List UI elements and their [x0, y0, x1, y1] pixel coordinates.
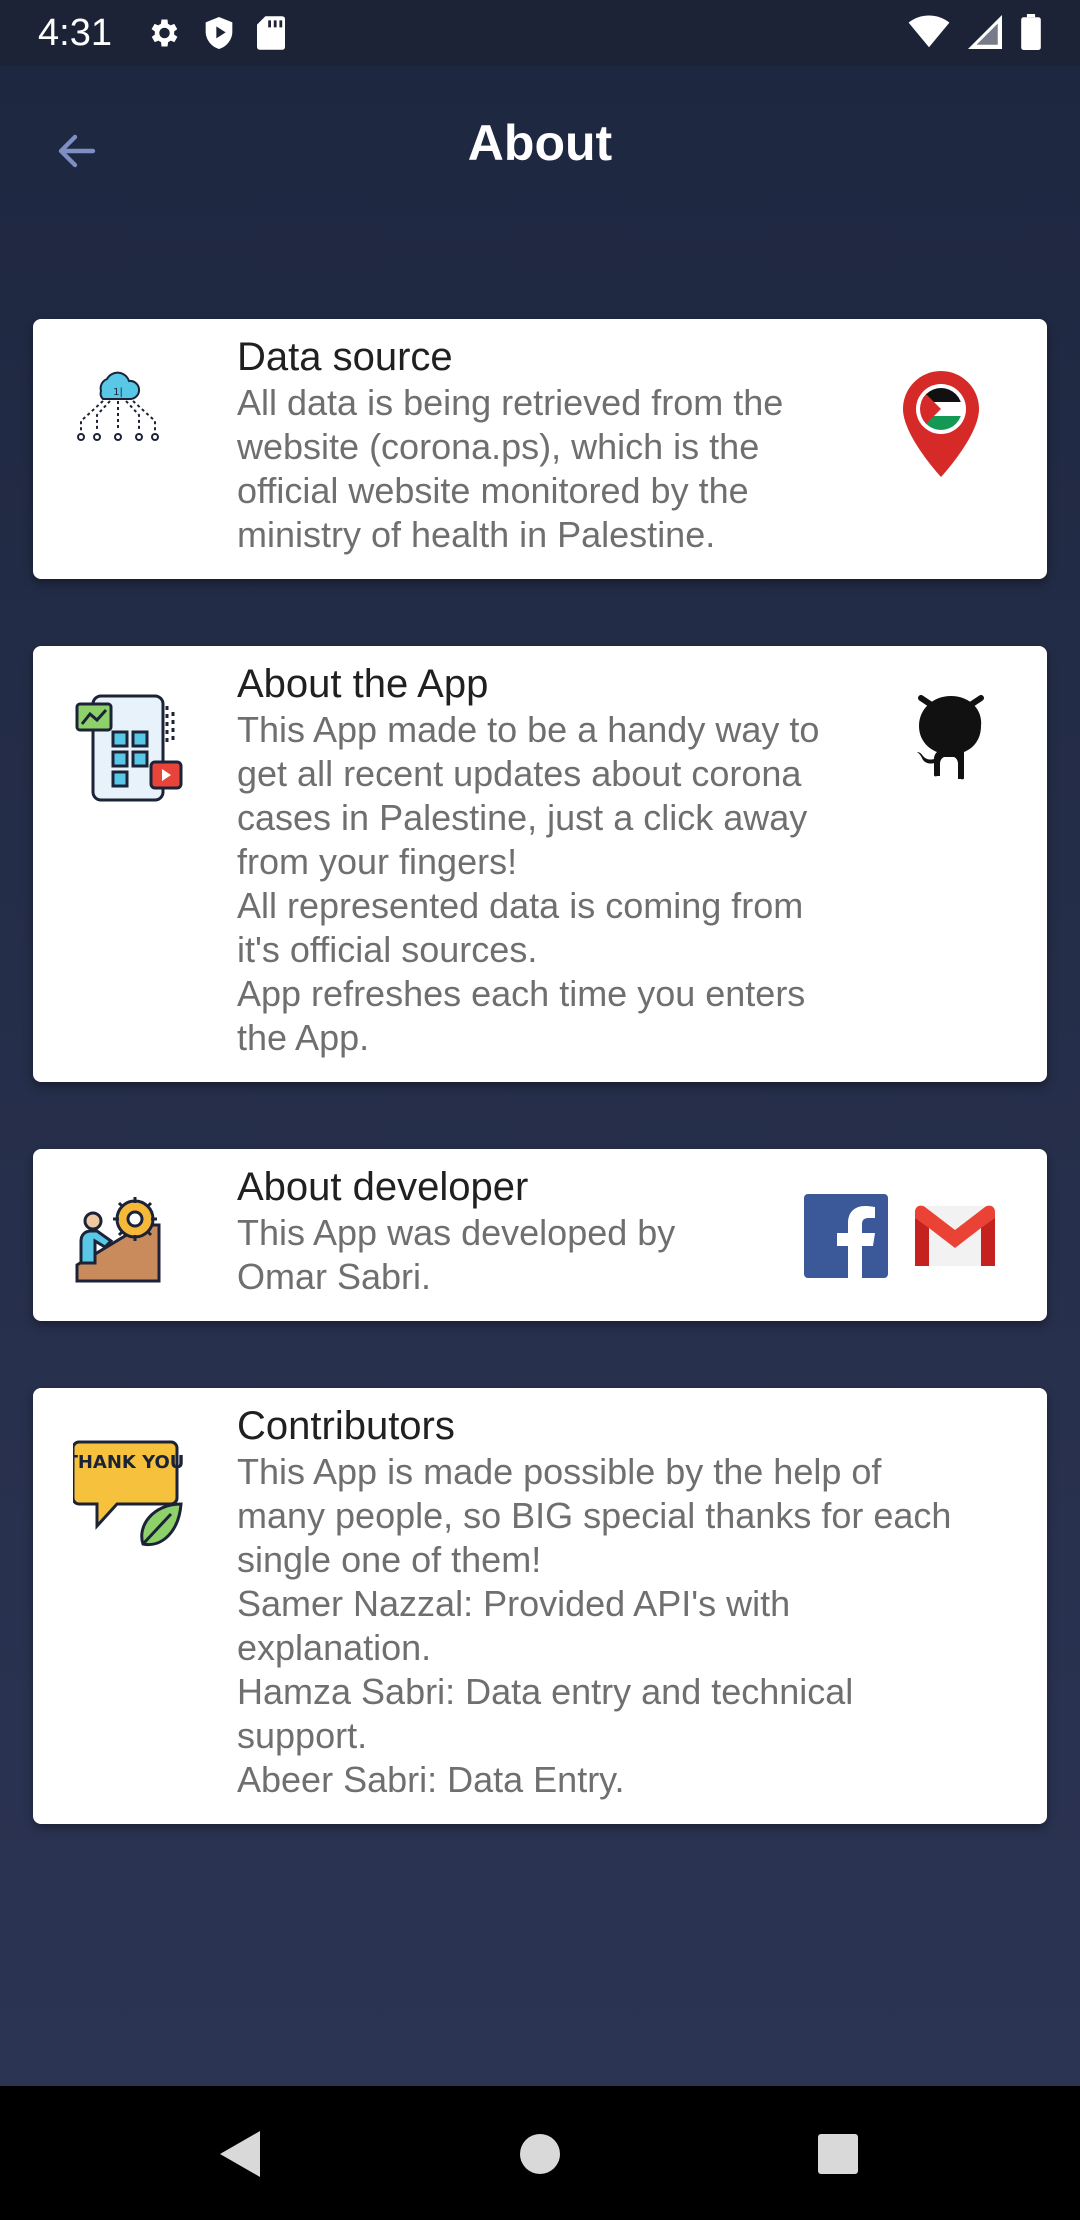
cloud-network-icon: 1| — [73, 363, 163, 457]
card-title: About developer — [237, 1165, 529, 1209]
gmail-icon — [915, 1205, 995, 1266]
nav-home-button[interactable] — [512, 2126, 568, 2182]
palestine-location-pin-icon[interactable] — [901, 369, 981, 483]
data-source-card: 1| Data source All data is being retriev… — [33, 319, 1047, 579]
page-title: About — [467, 115, 613, 171]
navigation-bar — [0, 2086, 1080, 2220]
home-circle-icon — [520, 2134, 560, 2174]
signal-icon — [968, 15, 1002, 49]
about-developer-text: About developer This App was developed b… — [237, 1163, 675, 1299]
card-body: This App was developed by Omar Sabri. — [237, 1212, 676, 1297]
card-title: About the App — [237, 662, 489, 706]
status-time: 4:31 — [38, 12, 112, 54]
settings-icon — [151, 19, 178, 47]
status-bar: 4:31 — [0, 0, 1080, 66]
about-app-text: About the App This App made to be a hand… — [237, 660, 819, 1060]
sd-card-icon — [257, 16, 285, 50]
status-left-icons — [145, 15, 285, 51]
contributors-text: Contributors This App is made possible b… — [237, 1402, 951, 1802]
thank-you-bubble-icon: THANK YOU — [66, 1436, 185, 1552]
gmail-button[interactable] — [913, 1204, 997, 1272]
about-app-card: About the App This App made to be a hand… — [33, 646, 1047, 1082]
github-icon[interactable] — [913, 692, 989, 786]
battery-icon — [1021, 14, 1041, 50]
about-developer-card: About developer This App was developed b… — [33, 1149, 1047, 1321]
contributors-card: THANK YOU Contributors This App is made … — [33, 1388, 1047, 1824]
nav-back-button[interactable] — [212, 2126, 268, 2182]
top-bar: About — [0, 66, 1080, 226]
recents-square-icon — [818, 2134, 858, 2174]
back-triangle-icon — [220, 2131, 260, 2177]
app-dashboard-icon — [73, 692, 185, 808]
data-source-text: Data source All data is being retrieved … — [237, 333, 783, 557]
card-body: All data is being retrieved from the web… — [237, 382, 784, 555]
facebook-icon — [804, 1194, 888, 1278]
developer-gear-icon — [73, 1195, 163, 1289]
card-title: Contributors — [237, 1404, 455, 1448]
shield-play-icon — [205, 17, 233, 49]
about-screen: About 1| Data source All data is being r… — [0, 66, 1080, 2086]
card-title: Data source — [237, 335, 453, 379]
card-body: This App is made possible by the help of… — [237, 1451, 952, 1800]
facebook-button[interactable] — [804, 1194, 888, 1282]
status-right-icons — [908, 14, 1042, 50]
nav-recents-button[interactable] — [810, 2126, 866, 2182]
svg-text:1|: 1| — [113, 387, 123, 398]
wifi-icon — [908, 15, 950, 48]
svg-text:THANK YOU: THANK YOU — [73, 1452, 184, 1473]
card-body: This App made to be a handy way to get a… — [237, 709, 820, 1058]
